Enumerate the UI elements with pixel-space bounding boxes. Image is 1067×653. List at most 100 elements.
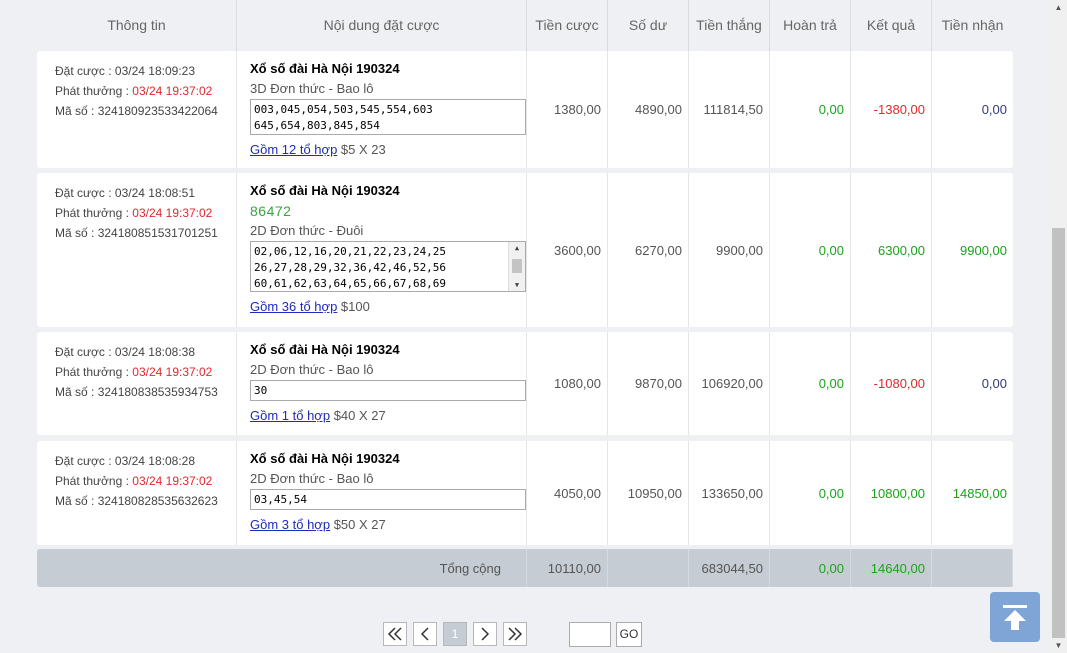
bet-type: 2D Đơn thức - Bao lô <box>250 471 374 486</box>
prev-page-button[interactable] <box>413 622 437 646</box>
page-scrollbar[interactable]: ▲ ▼ <box>1050 0 1067 653</box>
bet-time-label: Đặt cược : <box>55 345 115 359</box>
numbers-scrollbar[interactable]: ▲ ▼ <box>508 242 525 291</box>
numbers-box[interactable]: 30 <box>250 380 526 401</box>
next-page-button[interactable] <box>473 622 497 646</box>
bet-type: 2D Đơn thức - Đuôi <box>250 223 364 238</box>
bet-time: 03/24 18:08:28 <box>114 454 195 468</box>
balance-value: 6270,00 <box>608 173 689 327</box>
refund-value: 0,00 <box>770 51 851 168</box>
col-header-info: Thông tin <box>37 0 237 51</box>
lottery-title: Xổ số đài Hà Nội 190324 <box>250 61 400 76</box>
result-value: -1080,00 <box>851 332 932 435</box>
scroll-down-icon[interactable]: ▼ <box>509 279 525 291</box>
go-button[interactable]: GO <box>616 622 642 647</box>
scroll-down-icon[interactable]: ▼ <box>1050 638 1067 653</box>
first-page-button[interactable] <box>383 622 407 646</box>
scroll-thumb[interactable] <box>512 259 522 273</box>
prize-time-label: Phát thưởng : <box>55 206 133 220</box>
combo-price: $100 <box>337 299 370 314</box>
scrollbar-thumb[interactable] <box>1052 228 1065 638</box>
bet-info: Đặt cược : 03/24 18:08:51 Phát thưởng : … <box>37 173 237 327</box>
col-header-content: Nội dung đặt cược <box>237 0 527 51</box>
result-value: 6300,00 <box>851 173 932 327</box>
bet-info: Đặt cược : 03/24 18:08:28 Phát thưởng : … <box>37 441 237 545</box>
total-label: Tổng cộng <box>37 549 527 587</box>
double-chevron-right-icon <box>508 627 523 641</box>
win-value: 133650,00 <box>689 441 770 545</box>
bet-content: Xổ số đài Hà Nội 190324 2D Đơn thức - Ba… <box>237 332 527 435</box>
combo-link[interactable]: Gồm 12 tổ hợp <box>250 142 337 157</box>
refund-value: 0,00 <box>770 173 851 327</box>
balance-value: 4890,00 <box>608 51 689 168</box>
total-result: 14640,00 <box>851 549 932 587</box>
total-stake: 10110,00 <box>527 549 608 587</box>
received-value: 0,00 <box>981 102 1007 117</box>
numbers-line: 60,61,62,63,64,65,66,67,68,69 <box>254 277 447 290</box>
table-row: Đặt cược : 03/24 18:08:38 Phát thưởng : … <box>37 332 1013 435</box>
bet-time-label: Đặt cược : <box>55 454 115 468</box>
code-label: Mã số : <box>55 104 98 118</box>
bet-time: 03/24 18:08:38 <box>114 345 195 359</box>
numbers-line: 30 <box>254 384 268 397</box>
numbers-box[interactable]: 02,06,12,16,20,21,22,23,24,25 26,27,28,2… <box>250 241 526 292</box>
table-row: Đặt cược : 03/24 18:08:51 Phát thưởng : … <box>37 173 1013 327</box>
bet-type: 2D Đơn thức - Bao lô <box>250 362 374 377</box>
combo-link[interactable]: Gồm 36 tổ hợp <box>250 299 337 314</box>
stake-value: 3600,00 <box>527 173 608 327</box>
code-label: Mã số : <box>55 226 98 240</box>
balance-value: 9870,00 <box>608 332 689 435</box>
combo-info: Gồm 3 tổ hợp $50 X 27 <box>250 515 526 535</box>
bet-time-label: Đặt cược : <box>55 186 115 200</box>
total-received <box>932 549 1013 587</box>
win-value: 9900,00 <box>689 173 770 327</box>
prize-time: 03/24 19:37:02 <box>132 84 213 98</box>
numbers-box[interactable]: 003,045,054,503,545,554,603 645,654,803,… <box>250 99 526 135</box>
numbers-line: 26,27,28,29,32,36,42,46,52,56 <box>254 261 447 274</box>
prize-time: 03/24 19:37:02 <box>132 206 213 220</box>
page-input[interactable] <box>569 622 611 647</box>
bet-code: 324180828535632623 <box>97 494 218 508</box>
chevron-right-icon <box>481 627 490 641</box>
bet-content: Xổ số đài Hà Nội 190324 2D Đơn thức - Ba… <box>237 441 527 545</box>
bet-content: Xổ số đài Hà Nội 190324 3D Đơn thức - Ba… <box>237 51 527 168</box>
page-number-button[interactable]: 1 <box>443 622 467 646</box>
bet-time: 03/24 18:09:23 <box>114 64 195 78</box>
win-value: 106920,00 <box>689 332 770 435</box>
col-header-win: Tiền thắng <box>689 0 770 51</box>
numbers-line: 003,045,054,503,545,554,603 <box>254 103 433 116</box>
bet-time: 03/24 18:08:51 <box>114 186 195 200</box>
numbers-line: 03,45,54 <box>254 493 307 506</box>
received-value: 14850,00 <box>952 485 1007 501</box>
scroll-up-icon[interactable]: ▲ <box>509 242 525 254</box>
last-page-button[interactable] <box>503 622 527 646</box>
prize-time-label: Phát thưởng : <box>55 474 133 488</box>
combo-price: $5 X 23 <box>337 142 386 157</box>
combo-link[interactable]: Gồm 1 tổ hợp <box>250 408 330 423</box>
total-balance <box>608 549 689 587</box>
balance-value: 10950,00 <box>608 441 689 545</box>
result-value: -1380,00 <box>851 51 932 168</box>
numbers-box[interactable]: 03,45,54 <box>250 489 526 510</box>
bet-info: Đặt cược : 03/24 18:08:38 Phát thưởng : … <box>37 332 237 435</box>
stake-value: 4050,00 <box>527 441 608 545</box>
col-header-balance: Số dư <box>608 0 689 51</box>
combo-price: $40 X 27 <box>330 408 386 423</box>
col-header-stake: Tiền cược <box>527 0 608 51</box>
refund-value: 0,00 <box>770 332 851 435</box>
total-row: Tổng cộng 10110,00 683044,50 0,00 14640,… <box>37 549 1013 587</box>
bet-code: 324180923533422064 <box>97 104 218 118</box>
lottery-title: Xổ số đài Hà Nội 190324 <box>250 451 400 466</box>
table-header: Thông tin Nội dung đặt cược Tiền cược Số… <box>37 0 1013 51</box>
col-header-received: Tiền nhận <box>941 17 1004 33</box>
stake-value: 1080,00 <box>527 332 608 435</box>
numbers-line: 02,06,12,16,20,21,22,23,24,25 <box>254 245 447 258</box>
total-refund: 0,00 <box>770 549 851 587</box>
bet-time-label: Đặt cược : <box>55 64 115 78</box>
combo-info: Gồm 1 tổ hợp $40 X 27 <box>250 406 526 426</box>
combo-link[interactable]: Gồm 3 tổ hợp <box>250 517 330 532</box>
received-value: 9900,00 <box>960 242 1007 258</box>
draw-result: 86472 <box>250 203 292 219</box>
scroll-up-icon[interactable]: ▲ <box>1050 0 1067 15</box>
back-to-top-button[interactable] <box>990 592 1040 642</box>
